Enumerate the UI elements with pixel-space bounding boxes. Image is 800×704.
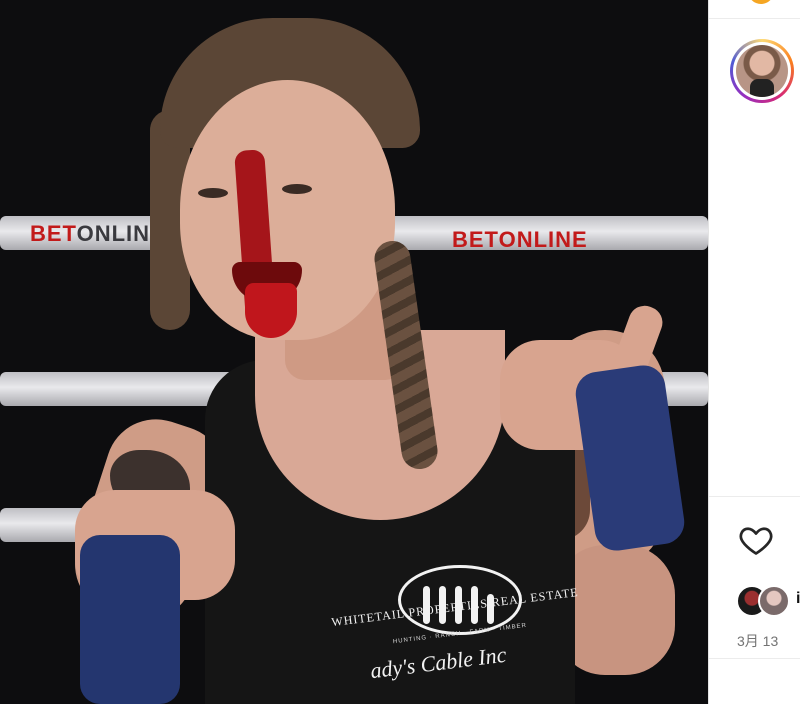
heart-outline-icon[interactable] xyxy=(737,522,775,558)
rope-banner-right: BETONLINE xyxy=(452,227,588,252)
post-date[interactable]: 3月 13 xyxy=(737,631,778,651)
divider-top xyxy=(709,18,800,19)
profile-avatar[interactable] xyxy=(730,39,794,103)
panel-divider xyxy=(708,0,709,704)
left-eye xyxy=(198,188,228,198)
avatar-image xyxy=(736,45,788,97)
liked-by-text[interactable]: i xyxy=(796,590,800,608)
liker-avatar[interactable] xyxy=(758,585,790,617)
rope-banner-left: BETONLINE xyxy=(30,221,166,246)
left-hand-wrap xyxy=(80,535,180,704)
divider-bottom xyxy=(709,658,800,659)
bloody-tongue xyxy=(245,283,297,338)
divider-middle xyxy=(709,496,800,497)
right-eye xyxy=(282,184,312,194)
avatar-inner xyxy=(733,42,791,100)
post-photo[interactable]: BETONLINE BETONLINE WHITETAIL PROPERTIES… xyxy=(0,0,708,704)
